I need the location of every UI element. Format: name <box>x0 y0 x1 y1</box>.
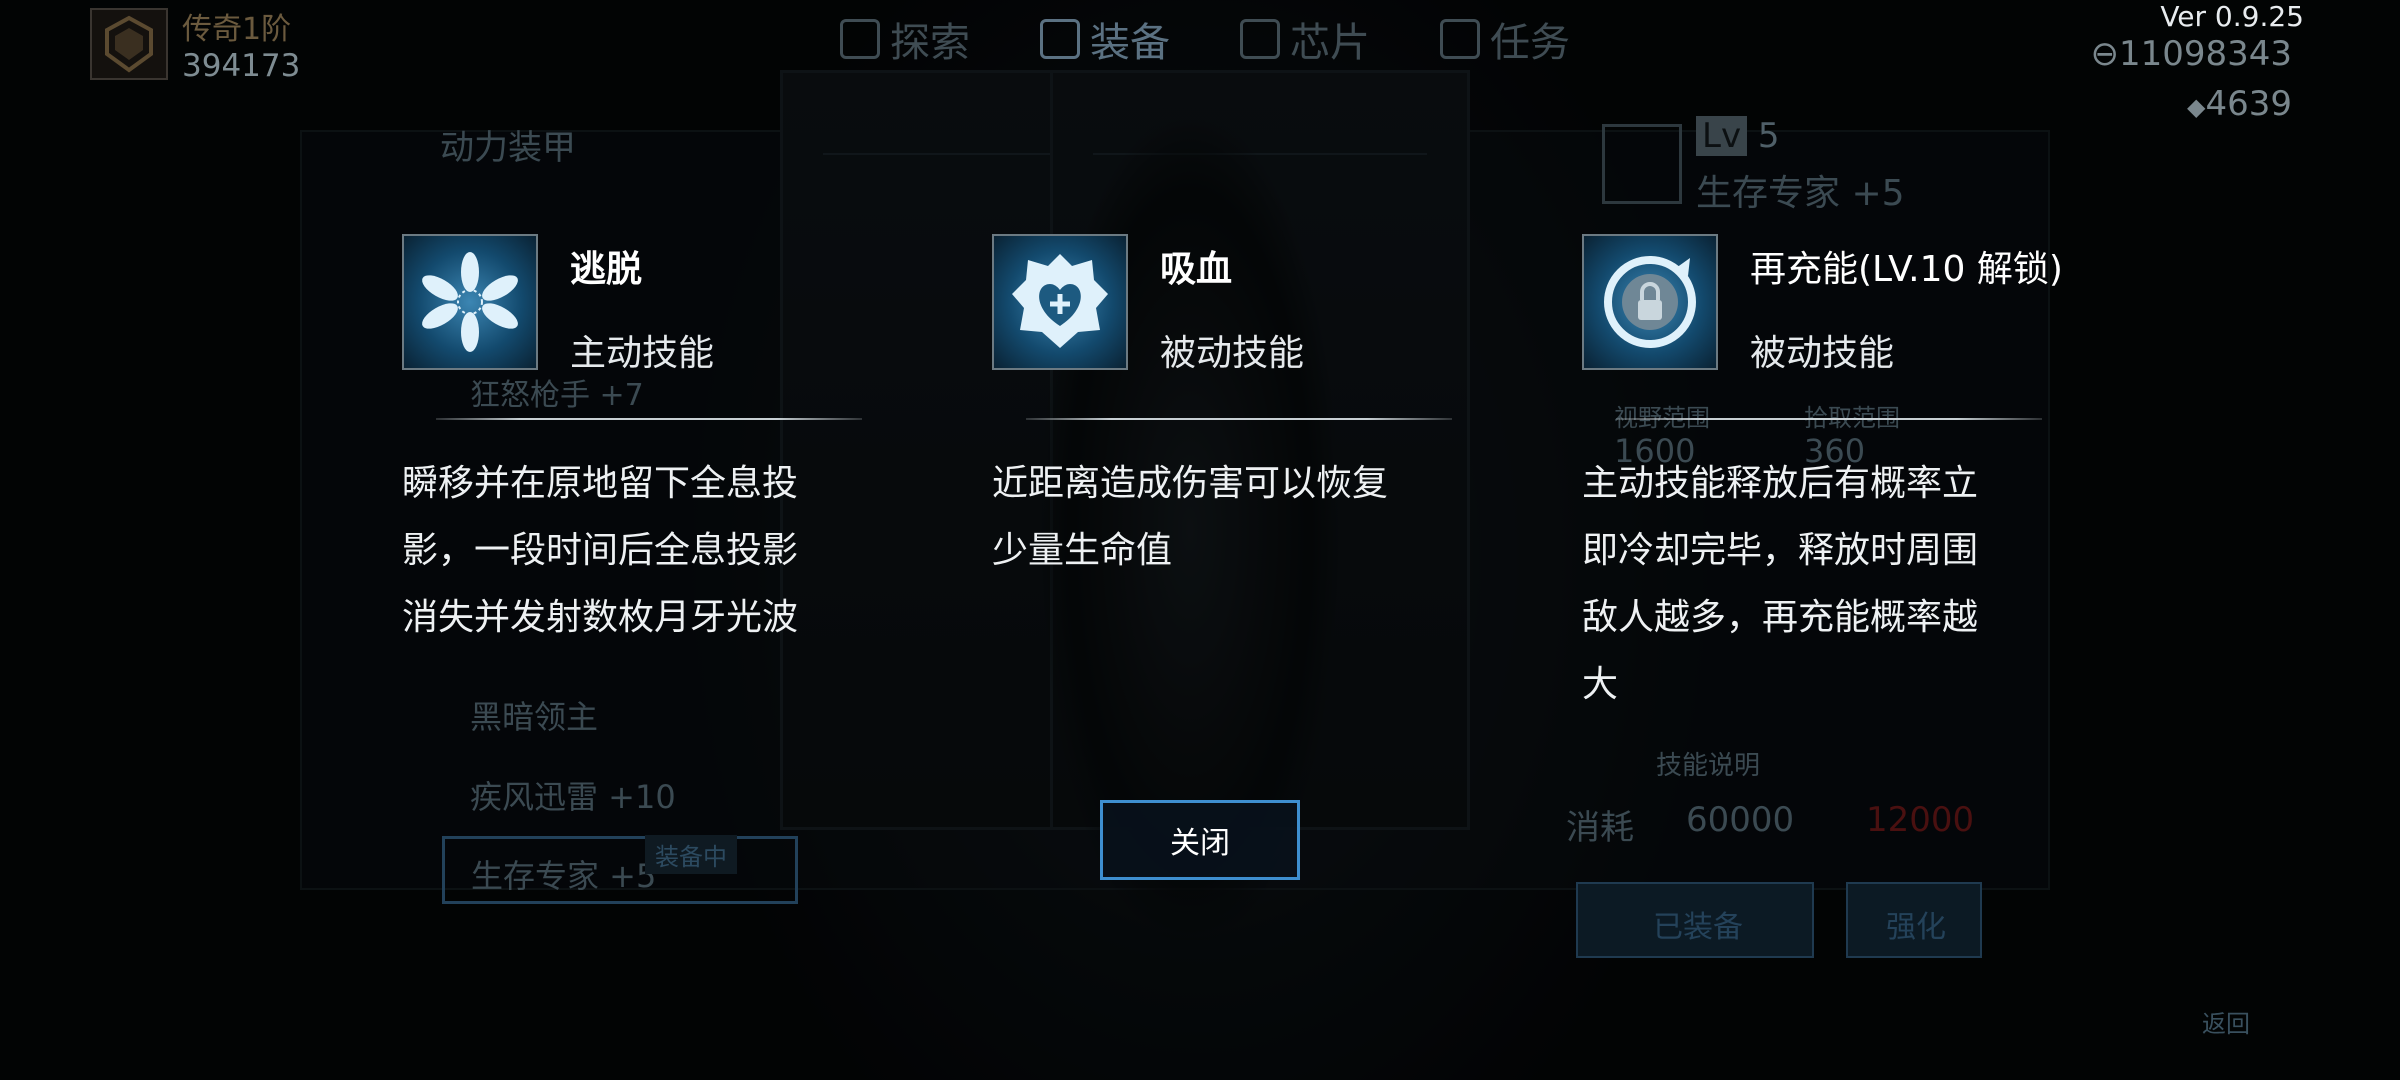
equipped-button[interactable]: 已装备 <box>1576 882 1814 958</box>
back-button[interactable]: 返回 <box>2202 1004 2250 1039</box>
flower-burst-icon <box>402 234 538 370</box>
skill-card: 逃脱 主动技能 瞬移并在原地留下全息投影，一段时间后全息投影消失并发射数枚月牙光… <box>402 234 862 651</box>
divider <box>1616 418 2042 420</box>
skill-card: 吸血 被动技能 近距离造成伤害可以恢复少量生命值 <box>992 234 1452 584</box>
armor-category-label: 动力装甲 <box>440 128 576 168</box>
equipment-icon <box>1040 19 1080 59</box>
armor-list-item-selected[interactable]: 生存专家 +5 装备中 <box>442 835 798 904</box>
cost-label: 消耗 <box>1566 808 1634 848</box>
rank-title: 传奇1阶 <box>182 12 292 47</box>
armor-name: 生存专家 +5 <box>1696 173 1905 214</box>
divider <box>1026 418 1452 420</box>
equipped-button-label: 已装备 <box>1653 910 1743 945</box>
gem-balance: ◆4639 <box>2187 84 2292 124</box>
armor-avatar <box>1602 124 1682 204</box>
tab-label: 装备 <box>1090 20 1170 66</box>
skill-card: 再充能(LV.10 解锁) 被动技能 主动技能释放后有概率立即冷却完毕，释放时周… <box>1582 234 2063 718</box>
tab-chips[interactable]: 芯片 <box>1240 10 1370 68</box>
coin-value: 11098343 <box>2118 34 2292 74</box>
upgrade-button-label: 强化 <box>1886 910 1946 945</box>
divider <box>436 418 862 420</box>
rank-emblem-icon <box>90 8 168 80</box>
close-button[interactable]: 关闭 <box>1100 800 1300 880</box>
tab-explore[interactable]: 探索 <box>840 10 970 68</box>
main-tabs: 探索 装备 芯片 任务 <box>840 10 1570 68</box>
level-value: 5 <box>1757 116 1780 156</box>
version-label: Ver 0.9.25 <box>2160 0 2304 33</box>
skill-type: 主动技能 <box>570 333 715 374</box>
skill-desc-link[interactable]: 技能说明 <box>1656 745 1760 782</box>
heart-shield-icon <box>992 234 1128 370</box>
cost-gems: 12000 <box>1866 800 1975 840</box>
skill-type: 被动技能 <box>1750 333 1895 374</box>
coin-balance: ⊖11098343 <box>2090 34 2292 74</box>
skill-description: 瞬移并在原地留下全息投影，一段时间后全息投影消失并发射数枚月牙光波 <box>402 463 799 638</box>
skill-name: 逃脱 <box>570 249 643 290</box>
explore-icon <box>840 19 880 59</box>
coin-icon: ⊖ <box>2090 34 2119 74</box>
gem-icon: ◆ <box>2187 93 2206 121</box>
armor-list-item[interactable]: 疾风迅雷 +10 <box>470 772 676 818</box>
skill-description: 近距离造成伤害可以恢复少量生命值 <box>992 463 1389 571</box>
skill-type: 被动技能 <box>1160 333 1305 374</box>
chip-icon <box>1240 19 1280 59</box>
gem-value: 4639 <box>2205 84 2292 124</box>
equipped-badge: 装备中 <box>645 835 737 874</box>
level-prefix: Lv <box>1696 116 1748 156</box>
recharge-lock-icon <box>1582 234 1718 370</box>
upgrade-button[interactable]: 强化 <box>1846 882 1982 958</box>
tab-label: 芯片 <box>1290 20 1370 66</box>
rank-display[interactable]: 传奇1阶 394173 <box>90 4 300 84</box>
tab-label: 探索 <box>890 20 970 66</box>
rank-score: 394173 <box>182 48 301 84</box>
skill-name: 再充能(LV.10 解锁) <box>1750 249 2063 290</box>
armor-list-item[interactable]: 黑暗领主 <box>470 692 598 738</box>
tab-missions[interactable]: 任务 <box>1440 10 1570 68</box>
level-indicator: Lv 5 <box>1696 116 1780 156</box>
cost-coins: 60000 <box>1686 800 1795 840</box>
mission-icon <box>1440 19 1480 59</box>
tab-label: 任务 <box>1490 20 1570 66</box>
skill-name: 吸血 <box>1160 249 1233 290</box>
skill-description: 主动技能释放后有概率立即冷却完毕，释放时周围敌人越多，再充能概率越大 <box>1582 463 1979 705</box>
armor-list-item-label: 生存专家 +5 <box>471 857 657 895</box>
tab-equipment[interactable]: 装备 <box>1040 10 1170 68</box>
